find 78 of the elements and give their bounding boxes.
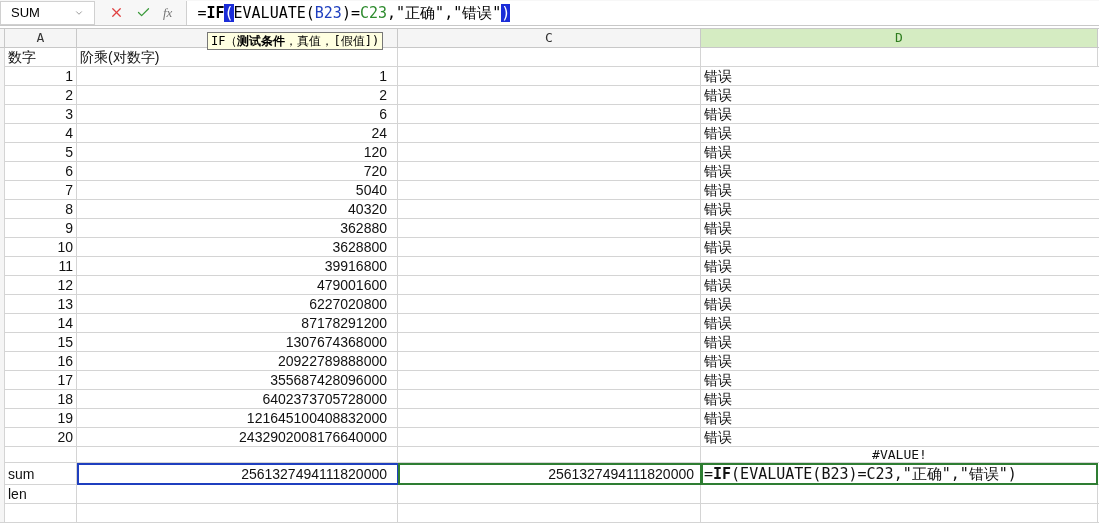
table-cell: 5040 — [77, 181, 398, 200]
table-cell: 24 — [77, 124, 398, 143]
table-cell-text: 错误 — [703, 352, 733, 371]
table-cell: 2 — [77, 86, 398, 105]
row-header[interactable] — [0, 48, 5, 67]
column-header[interactable]: C — [398, 29, 701, 47]
table-cell: 362880 — [77, 219, 398, 238]
table-cell-text: 错误 — [703, 67, 733, 86]
table-cell: 120 — [77, 143, 398, 162]
table-cell: 6 — [5, 162, 77, 181]
formula-input[interactable]: =IF(EVALUATE(B23)=C23,"正确","错误") — [701, 463, 1098, 485]
table-cell: 17 — [5, 371, 77, 390]
table-cell: 20922789888000 — [77, 352, 398, 371]
table-cell: 720 — [77, 162, 398, 181]
table-cell: 40320 — [77, 200, 398, 219]
table-cell: 2432902008176640000 — [77, 428, 398, 447]
table-cell-text: 错误 — [703, 238, 733, 257]
table-cell-text: 错误 — [703, 390, 733, 409]
table-cell: 6402373705728000 — [77, 390, 398, 409]
table-cell: len — [5, 485, 77, 504]
table-cell: 14 — [5, 314, 77, 333]
table-cell-text: 错误 — [703, 314, 733, 333]
insert-function-button[interactable]: fx — [163, 2, 173, 23]
table-cell: 7 — [5, 181, 77, 200]
table-cell-text: 错误 — [703, 333, 733, 352]
column-header[interactable]: D — [701, 29, 1098, 47]
table-cell: 1307674368000 — [77, 333, 398, 352]
error-value: #VALUE! — [872, 447, 927, 463]
function-tooltip: IF（测试条件，真值，[假值]) — [207, 32, 384, 50]
cancel-icon[interactable] — [109, 5, 124, 20]
table-cell: 39916800 — [77, 257, 398, 276]
table-cell: 5 — [5, 143, 77, 162]
table-cell-text: 错误 — [703, 219, 733, 238]
table-cell: 1 — [77, 67, 398, 86]
table-cell: 87178291200 — [77, 314, 398, 333]
table-cell: 15 — [5, 333, 77, 352]
table-cell: 18 — [5, 390, 77, 409]
table-cell: 1 — [5, 67, 77, 86]
table-cell: 9 — [5, 219, 77, 238]
table-cell: 11 — [5, 257, 77, 276]
table-cell-text: 错误 — [703, 162, 733, 181]
table-cell: 479001600 — [77, 276, 398, 295]
select-all-corner[interactable] — [0, 29, 5, 47]
table-cell-text: 错误 — [703, 428, 733, 447]
name-box[interactable]: SUM — [0, 0, 95, 25]
table-cell: 19 — [5, 409, 77, 428]
table-cell: 12 — [5, 276, 77, 295]
table-cell: 3628800 — [77, 238, 398, 257]
formula-field[interactable]: =IF(EVALUATE(B23)=C23,"正确","错误") — [186, 0, 1099, 25]
table-cell: 6 — [77, 105, 398, 124]
table-cell: 355687428096000 — [77, 371, 398, 390]
table-cell: 2561327494111820000 — [77, 463, 398, 485]
table-cell: 13 — [5, 295, 77, 314]
table-cell-text: 错误 — [703, 409, 733, 428]
table-cell-text: 错误 — [703, 276, 733, 295]
table-cell-text: 错误 — [703, 181, 733, 200]
table-cell-text: 错误 — [703, 200, 733, 219]
table-cell: 2 — [5, 86, 77, 105]
table-cell: 6227020800 — [77, 295, 398, 314]
table-cell: 2561327494111820000 — [398, 463, 701, 485]
table-cell: 10 — [5, 238, 77, 257]
table-cell-text: 错误 — [703, 143, 733, 162]
column-header[interactable]: A — [5, 29, 77, 47]
table-cell-text: 错误 — [703, 86, 733, 105]
table-cell-text: 错误 — [703, 295, 733, 314]
table-cell-text: 错误 — [703, 257, 733, 276]
table-cell-text: 错误 — [703, 371, 733, 390]
table-cell: sum — [5, 463, 77, 485]
table-cell: 121645100408832000 — [77, 409, 398, 428]
table-cell: 4 — [5, 124, 77, 143]
row-header[interactable] — [0, 504, 5, 522]
table-cell: 8 — [5, 200, 77, 219]
table-cell: 数字 — [5, 48, 77, 67]
table-cell: 3 — [5, 105, 77, 124]
table-cell: 16 — [5, 352, 77, 371]
table-cell-text: 错误 — [703, 124, 733, 143]
table-cell: 20 — [5, 428, 77, 447]
table-cell-text: 错误 — [703, 105, 733, 124]
